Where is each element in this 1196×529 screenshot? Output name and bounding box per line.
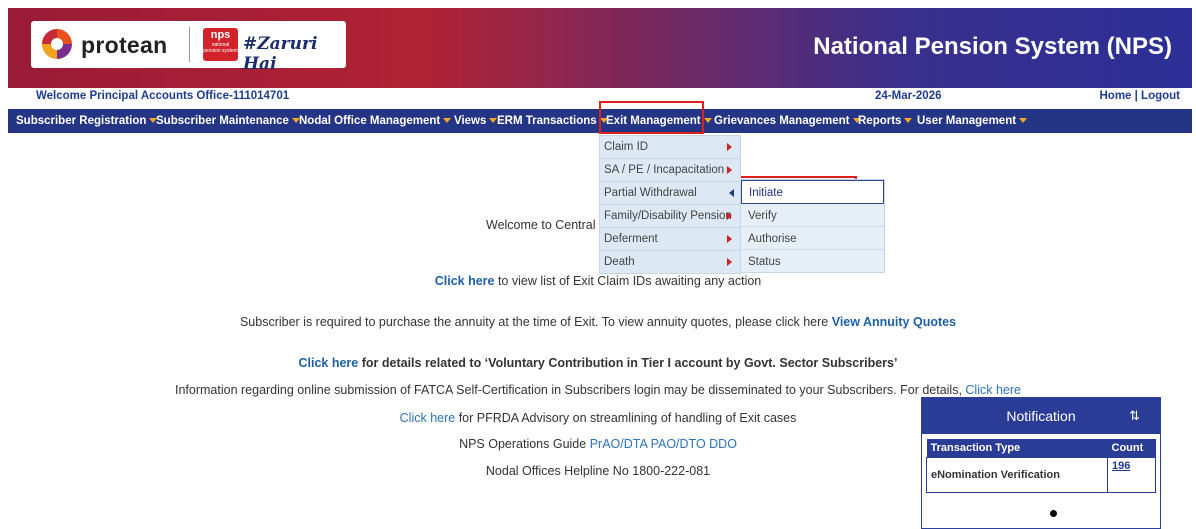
arrow-right-icon bbox=[727, 235, 732, 243]
exit-claims-link[interactable]: Click here bbox=[435, 274, 495, 288]
dropdown-item-deferment[interactable]: Deferment bbox=[600, 228, 740, 251]
menu-subscriber-maintenance[interactable]: Subscriber Maintenance bbox=[156, 115, 300, 127]
logo-text: protean bbox=[81, 32, 168, 58]
table-row: eNomination Verification 196 bbox=[926, 457, 1156, 493]
caret-down-icon bbox=[1019, 118, 1028, 124]
submenu-item-verify[interactable]: Verify bbox=[741, 204, 884, 227]
tagline: #Zaruri Hai bbox=[243, 34, 318, 74]
welcome-central-text: Welcome to Central bbox=[486, 218, 596, 232]
count-link[interactable]: 196 bbox=[1112, 460, 1130, 472]
menu-reports[interactable]: Reports bbox=[858, 115, 913, 127]
submenu-item-initiate[interactable]: Initiate bbox=[741, 180, 884, 204]
submenu-item-status[interactable]: Status bbox=[741, 250, 884, 272]
pfrda-advisory-link[interactable]: Click here bbox=[400, 411, 456, 425]
fatca-link[interactable]: Click here bbox=[965, 383, 1021, 397]
dropdown-item-death[interactable]: Death bbox=[600, 251, 740, 273]
notification-title: Notification bbox=[1006, 408, 1076, 424]
dropdown-item-claim-id[interactable]: Claim ID bbox=[600, 136, 740, 159]
column-header-transaction-type: Transaction Type bbox=[926, 439, 1108, 458]
nps-logo-icon: nps national pension system bbox=[203, 28, 238, 61]
welcome-text: Welcome Principal Accounts Office-111014… bbox=[36, 90, 290, 102]
column-header-count: Count bbox=[1107, 439, 1156, 458]
count-cell: 196 bbox=[1107, 457, 1156, 493]
menu-subscriber-registration[interactable]: Subscriber Registration bbox=[16, 115, 158, 127]
voluntary-contribution-line: Click here for details related to ‘Volun… bbox=[298, 356, 898, 370]
annuity-line: Subscriber is required to purchase the a… bbox=[239, 315, 957, 329]
current-date: 24-Mar-2026 bbox=[875, 90, 942, 102]
notification-table: Transaction Type Count eNomination Verif… bbox=[926, 439, 1156, 493]
operations-guide-link[interactable]: PrAO/DTA PAO/DTO DDO bbox=[590, 437, 737, 451]
notification-panel: Notification ⇅ Transaction Type Count eN… bbox=[921, 397, 1161, 529]
protean-logo-icon bbox=[42, 29, 72, 59]
menu-views[interactable]: Views bbox=[454, 115, 498, 127]
logo-area: protean nps national pension system #Zaru… bbox=[31, 21, 346, 74]
highlight-exit-management bbox=[599, 101, 704, 134]
submenu-item-authorise[interactable]: Authorise bbox=[741, 227, 884, 250]
arrow-right-icon bbox=[727, 143, 732, 151]
dropdown-item-partial-withdrawal[interactable]: Partial Withdrawal bbox=[600, 182, 740, 205]
caret-down-icon bbox=[904, 118, 913, 124]
partial-withdrawal-submenu: Initiate Verify Authorise Status bbox=[740, 179, 885, 273]
menu-user-management[interactable]: User Management bbox=[917, 115, 1028, 127]
exit-management-dropdown: Claim ID SA / PE / Incapacitation Partia… bbox=[599, 135, 741, 274]
annuity-quotes-link[interactable]: View Annuity Quotes bbox=[832, 315, 956, 329]
home-link[interactable]: Home bbox=[1099, 90, 1131, 102]
pagination-dot[interactable] bbox=[1050, 510, 1057, 517]
account-links: Home | Logout bbox=[1099, 90, 1180, 102]
dropdown-item-sa-pe-incapacitation[interactable]: SA / PE / Incapacitation bbox=[600, 159, 740, 182]
transaction-type-cell: eNomination Verification bbox=[926, 457, 1108, 493]
header-banner: protean nps national pension system #Zaru… bbox=[8, 8, 1192, 88]
logo-divider bbox=[189, 27, 190, 62]
dropdown-item-family-disability-pension[interactable]: Family/Disability Pension bbox=[600, 205, 740, 228]
voluntary-contribution-link[interactable]: Click here bbox=[299, 356, 359, 370]
arrow-right-icon bbox=[727, 258, 732, 266]
arrow-left-icon bbox=[729, 189, 734, 197]
fatca-line: Information regarding online submission … bbox=[175, 383, 1021, 397]
logout-link[interactable]: Logout bbox=[1141, 90, 1180, 102]
menu-grievances-management[interactable]: Grievances Management bbox=[714, 115, 861, 127]
arrow-right-icon bbox=[727, 212, 732, 220]
caret-down-icon bbox=[443, 118, 452, 124]
site-title: National Pension System (NPS) bbox=[813, 33, 1172, 60]
caret-down-icon bbox=[703, 118, 712, 124]
menu-erm-transactions[interactable]: ERM Transactions bbox=[497, 115, 608, 127]
notification-header: Notification ⇅ bbox=[922, 398, 1160, 434]
exit-claims-line: Click here to view list of Exit Claim ID… bbox=[434, 274, 762, 288]
arrow-right-icon bbox=[727, 166, 732, 174]
menu-nodal-office-management[interactable]: Nodal Office Management bbox=[299, 115, 452, 127]
sort-icon[interactable]: ⇅ bbox=[1129, 398, 1140, 434]
